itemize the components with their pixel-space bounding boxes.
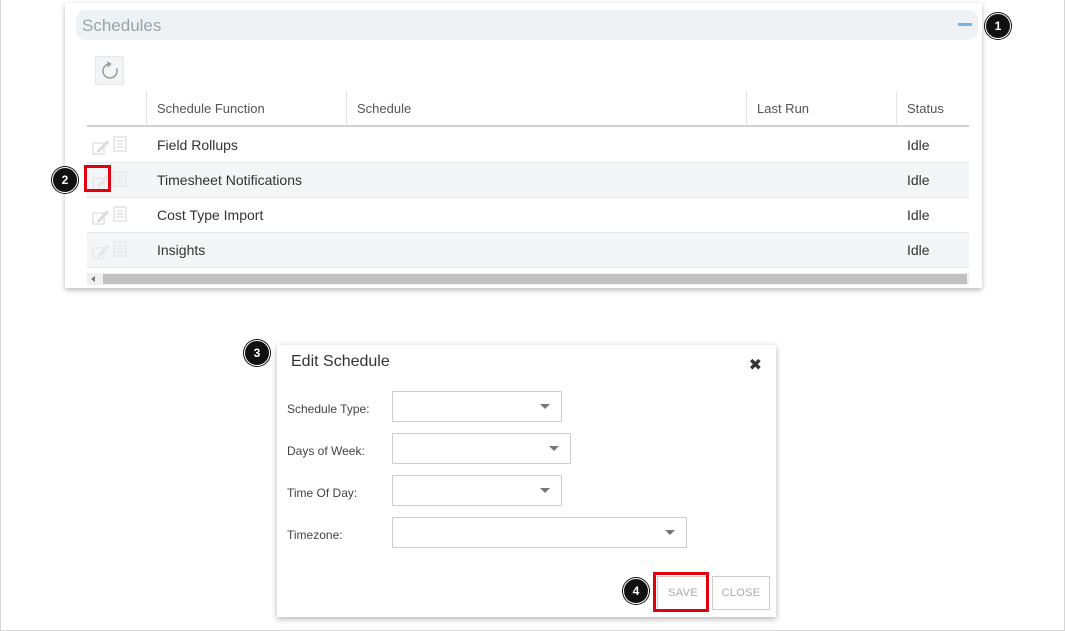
cell-schedule-function: Insights [157,242,206,258]
row-actions [92,241,132,262]
cell-schedule-function: Field Rollups [157,137,238,153]
edit-icon[interactable] [92,209,110,227]
timezone-label: Timezone: [287,528,343,542]
column-header-status[interactable]: Status [896,91,969,125]
callout-marker-1: 1 [985,13,1011,39]
close-button[interactable]: CLOSE [712,576,770,610]
row-actions [92,136,132,157]
document-icon[interactable] [113,241,127,257]
cell-schedule-function: Timesheet Notifications [157,172,302,188]
cell-status: Idle [907,137,930,153]
table-row[interactable]: Insights Idle [87,233,969,268]
cell-schedule-function: Cost Type Import [157,207,264,223]
chevron-down-icon [665,530,675,535]
highlight-edit-icon [84,165,111,192]
dialog-title: Edit Schedule [291,353,390,370]
scrollbar-thumb[interactable] [103,274,967,284]
document-icon[interactable] [113,171,127,187]
time-of-day-select[interactable] [392,475,562,506]
timezone-select[interactable] [392,517,687,548]
schedule-type-label: Schedule Type: [287,402,370,416]
callout-marker-4: 4 [623,578,649,604]
scroll-left-icon[interactable] [91,276,95,282]
callout-marker-3: 3 [244,340,270,366]
table-row[interactable]: Field Rollups Idle [87,128,969,163]
row-actions [92,206,132,227]
schedules-panel: Schedules Schedule Function Schedule Las… [65,3,982,288]
table-row[interactable]: Timesheet Notifications Idle [87,163,969,198]
edit-icon[interactable] [92,139,110,157]
close-icon[interactable]: ✖ [749,355,762,375]
table-row[interactable]: Cost Type Import Idle [87,198,969,233]
minus-icon[interactable] [958,23,972,26]
days-of-week-label: Days of Week: [287,444,365,458]
panel-header[interactable]: Schedules [76,10,978,40]
column-header-schedule[interactable]: Schedule [346,91,746,125]
chevron-down-icon [549,446,559,451]
document-icon[interactable] [113,206,127,222]
refresh-icon [101,60,118,79]
refresh-button[interactable] [95,56,124,85]
document-icon[interactable] [113,136,127,152]
chevron-down-icon [540,404,550,409]
time-of-day-label: Time Of Day: [287,486,358,500]
edit-icon[interactable] [92,244,110,262]
highlight-save-button [653,572,709,612]
chevron-down-icon [540,488,550,493]
cell-status: Idle [907,242,930,258]
panel-title: Schedules [82,16,162,35]
schedules-grid: Schedule Function Schedule Last Run Stat… [87,91,969,285]
callout-marker-2: 2 [52,167,78,193]
column-header-schedule-function[interactable]: Schedule Function [146,91,346,125]
cell-status: Idle [907,207,930,223]
column-header-last-run[interactable]: Last Run [746,91,896,125]
grid-header: Schedule Function Schedule Last Run Stat… [87,91,969,127]
schedule-type-select[interactable] [392,391,562,422]
cell-status: Idle [907,172,930,188]
horizontal-scrollbar[interactable] [87,273,969,285]
days-of-week-select[interactable] [392,433,571,464]
